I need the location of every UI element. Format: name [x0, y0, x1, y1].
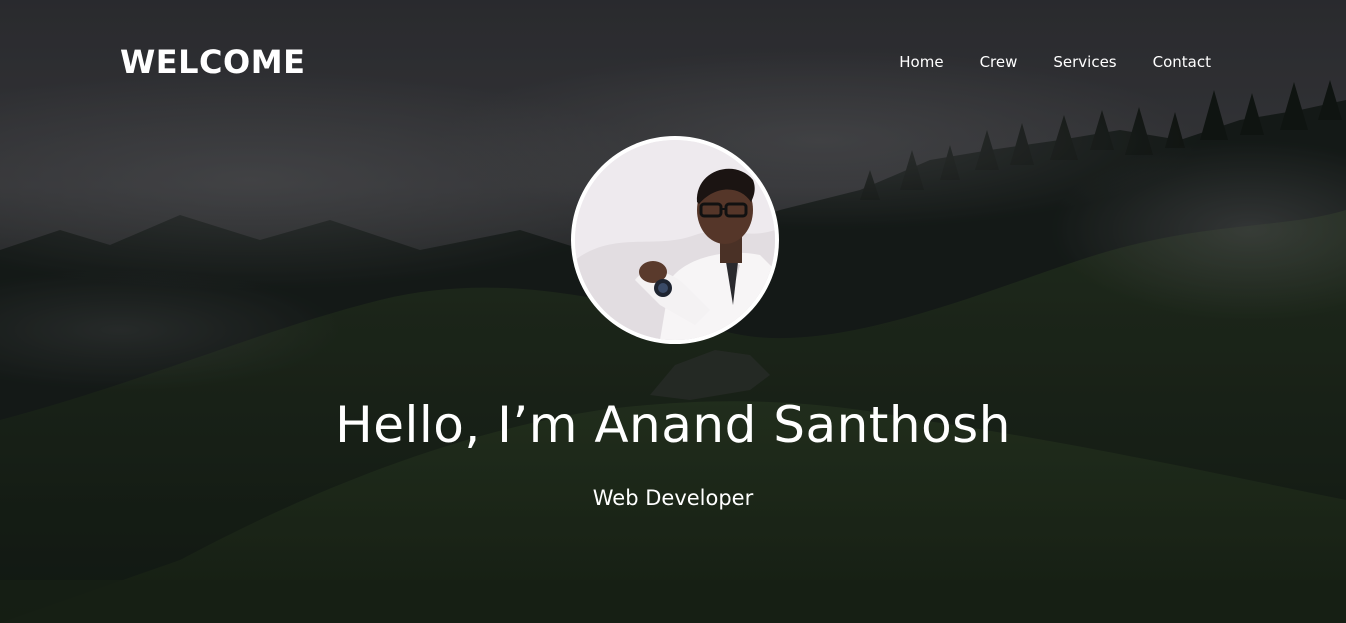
nav-item-home[interactable]: Home [899, 52, 943, 72]
profile-photo-icon [575, 140, 775, 340]
profile-avatar [571, 136, 779, 344]
main-nav: Home Crew Services Contact [899, 52, 1211, 72]
hero-headline: Hello, I’m Anand Santhosh [335, 396, 1011, 454]
hero-subtitle: Web Developer [592, 486, 754, 510]
site-brand-logo[interactable]: WELCOME [120, 42, 305, 82]
hero-section: WELCOME Home Crew Services Contact Hello… [0, 0, 1346, 623]
nav-item-contact[interactable]: Contact [1153, 52, 1211, 72]
nav-item-crew[interactable]: Crew [980, 52, 1018, 72]
nav-item-services[interactable]: Services [1053, 52, 1116, 72]
